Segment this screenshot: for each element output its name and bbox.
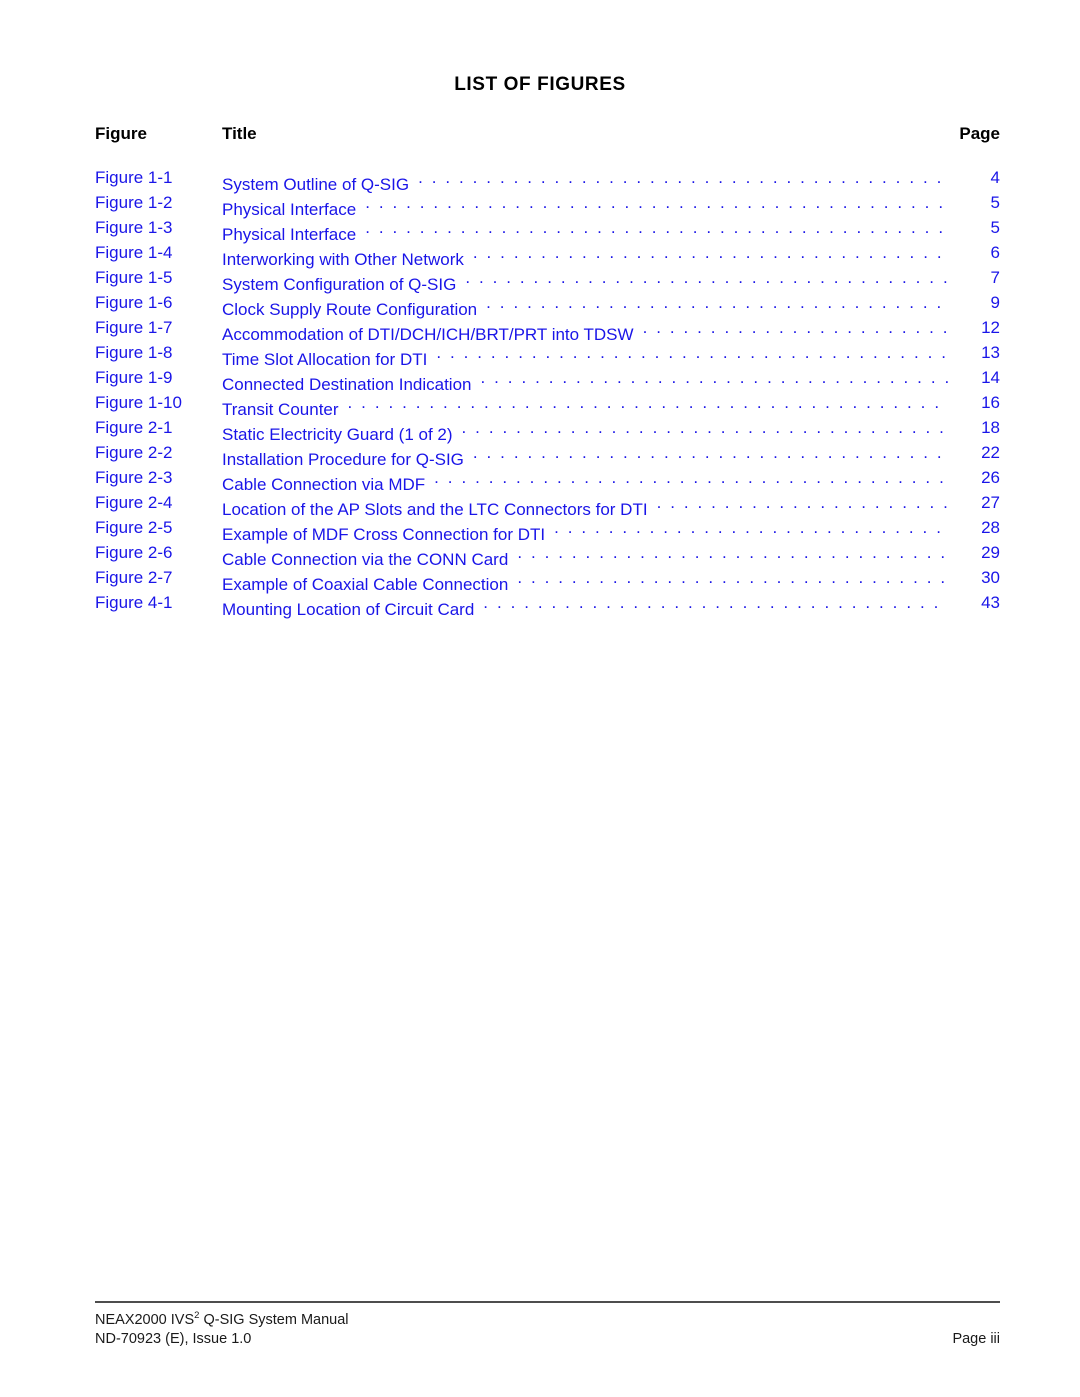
figure-number-label: Figure 2-7 [95, 568, 173, 587]
figure-list-item[interactable]: Figure 1-8Time Slot Allocation for DTI13 [95, 340, 1000, 369]
figure-page-number: 29 [981, 543, 1000, 562]
footer-document-number: ND-70923 (E), Issue 1.0 [95, 1331, 252, 1347]
dot-leader [434, 465, 948, 490]
figure-list-item[interactable]: Figure 1-4 Interworking with Other Networ… [95, 240, 1000, 269]
dot-leader [483, 590, 948, 615]
footer-divider [95, 1301, 1000, 1303]
figure-page-number: 27 [981, 493, 1000, 512]
figure-page-number: 18 [981, 418, 1000, 437]
figure-list-item[interactable]: Figure 2-1 Static Electricity Guard (1 of… [95, 415, 1000, 444]
footer-manual-prefix: NEAX2000 IVS [95, 1312, 195, 1328]
dot-leader [465, 265, 948, 290]
column-header-row: Figure Title Page [95, 124, 1000, 146]
figure-number-label: Figure 2-5 [95, 518, 173, 537]
dot-leader [486, 290, 948, 315]
figure-page-number: 9 [990, 293, 1000, 312]
figure-number-label: Figure 4-1 [95, 593, 173, 612]
figure-page-number: 13 [981, 343, 1000, 362]
column-header-page: Page [959, 124, 1000, 143]
figure-number-label: Figure 1-9 [95, 368, 173, 387]
dot-leader [473, 240, 948, 265]
figure-list-item[interactable]: Figure 1-6 Clock Supply Route Configurati… [95, 290, 1000, 319]
dot-leader [554, 515, 948, 540]
figure-list-item[interactable]: Figure 2-7 Example of Coaxial Cable Conne… [95, 565, 1000, 594]
figure-list-item[interactable]: Figure 2-6 Cable Connection via the CONN … [95, 540, 1000, 569]
figure-list-item[interactable]: Figure 4-1 Mounting Location of Circuit C… [95, 590, 1000, 619]
figure-list-item[interactable]: Figure 1-9 Connected Destination Indicati… [95, 365, 1000, 394]
figure-page-number: 12 [981, 318, 1000, 337]
dot-leader [517, 565, 948, 590]
dot-leader [418, 165, 948, 190]
figure-number-label: Figure 2-4 [95, 493, 173, 512]
figure-number-label: Figure 2-6 [95, 543, 173, 562]
figure-list-item[interactable]: Figure 1-2Physical Interface5 [95, 190, 1000, 219]
figure-page-number: 30 [981, 568, 1000, 587]
figure-page-number: 14 [981, 368, 1000, 387]
figure-page-number: 4 [990, 168, 1000, 187]
figure-list-item[interactable]: Figure 2-4 Location of the AP Slots and t… [95, 490, 1000, 519]
figure-number-label: Figure 2-3 [95, 468, 173, 487]
footer-page-number: Page iii [952, 1331, 1000, 1347]
dot-leader [348, 390, 948, 415]
dot-leader [436, 340, 948, 365]
footer-manual-suffix: Q-SIG System Manual [199, 1312, 349, 1328]
figure-page-number: 16 [981, 393, 1000, 412]
figure-page-number: 6 [990, 243, 1000, 262]
figure-number-label: Figure 1-3 [95, 218, 173, 237]
figure-list-item[interactable]: Figure 1-5System Configuration of Q-SIG7 [95, 265, 1000, 294]
figure-number-label: Figure 1-1 [95, 168, 173, 187]
figure-number-label: Figure 1-8 [95, 343, 173, 362]
figure-number-label: Figure 2-1 [95, 418, 173, 437]
figure-number-label: Figure 1-7 [95, 318, 173, 337]
figure-title-cell: Mounting Location of Circuit Card [222, 590, 948, 622]
figure-list-item[interactable]: Figure 2-3Cable Connection via MDF26 [95, 465, 1000, 494]
column-header-figure: Figure [95, 124, 147, 143]
dot-leader [473, 440, 948, 465]
dot-leader [643, 315, 948, 340]
figure-list-item[interactable]: Figure 2-5 Example of MDF Cross Connectio… [95, 515, 1000, 544]
page-title: LIST OF FIGURES [454, 74, 626, 95]
figure-list: Figure 1-1System Outline of Q-SIG4Figure… [95, 165, 1000, 619]
figure-list-item[interactable]: Figure 1-7 Accommodation of DTI/DCH/ICH/B… [95, 315, 1000, 344]
figure-list-item[interactable]: Figure 2-2 Installation Procedure for Q-S… [95, 440, 1000, 469]
footer-manual-title: NEAX2000 IVS2 Q-SIG System Manual [95, 1311, 349, 1328]
figure-page-number: 28 [981, 518, 1000, 537]
figure-page-number: 22 [981, 443, 1000, 462]
figure-page-number: 5 [990, 218, 1000, 237]
figure-number-label: Figure 1-4 [95, 243, 173, 262]
figure-page-number: 5 [990, 193, 1000, 212]
figure-number-label: Figure 1-2 [95, 193, 173, 212]
figure-page-number: 26 [981, 468, 1000, 487]
figure-number-label: Figure 2-2 [95, 443, 173, 462]
dot-leader [365, 215, 948, 240]
figure-list-item[interactable]: Figure 1-3Physical Interface5 [95, 215, 1000, 244]
dot-leader [462, 415, 948, 440]
dot-leader [481, 365, 949, 390]
figure-list-item[interactable]: Figure 1-1System Outline of Q-SIG4 [95, 165, 1000, 194]
figure-page-number: 7 [990, 268, 1000, 287]
figure-number-label: Figure 1-10 [95, 393, 182, 412]
figure-title-text: Mounting Location of Circuit Card [222, 600, 475, 619]
dot-leader [365, 190, 948, 215]
document-page: LIST OF FIGURES Figure Title Page Figure… [0, 0, 1080, 1397]
figure-list-item[interactable]: Figure 1-10Transit Counter16 [95, 390, 1000, 419]
figure-number-label: Figure 1-6 [95, 293, 173, 312]
dot-leader [657, 490, 948, 515]
figure-number-label: Figure 1-5 [95, 268, 173, 287]
dot-leader [517, 540, 948, 565]
figure-page-number: 43 [981, 593, 1000, 612]
footer-manual-info: NEAX2000 IVS2 Q-SIG System Manual ND-709… [95, 1311, 349, 1349]
column-header-title: Title [222, 124, 257, 143]
